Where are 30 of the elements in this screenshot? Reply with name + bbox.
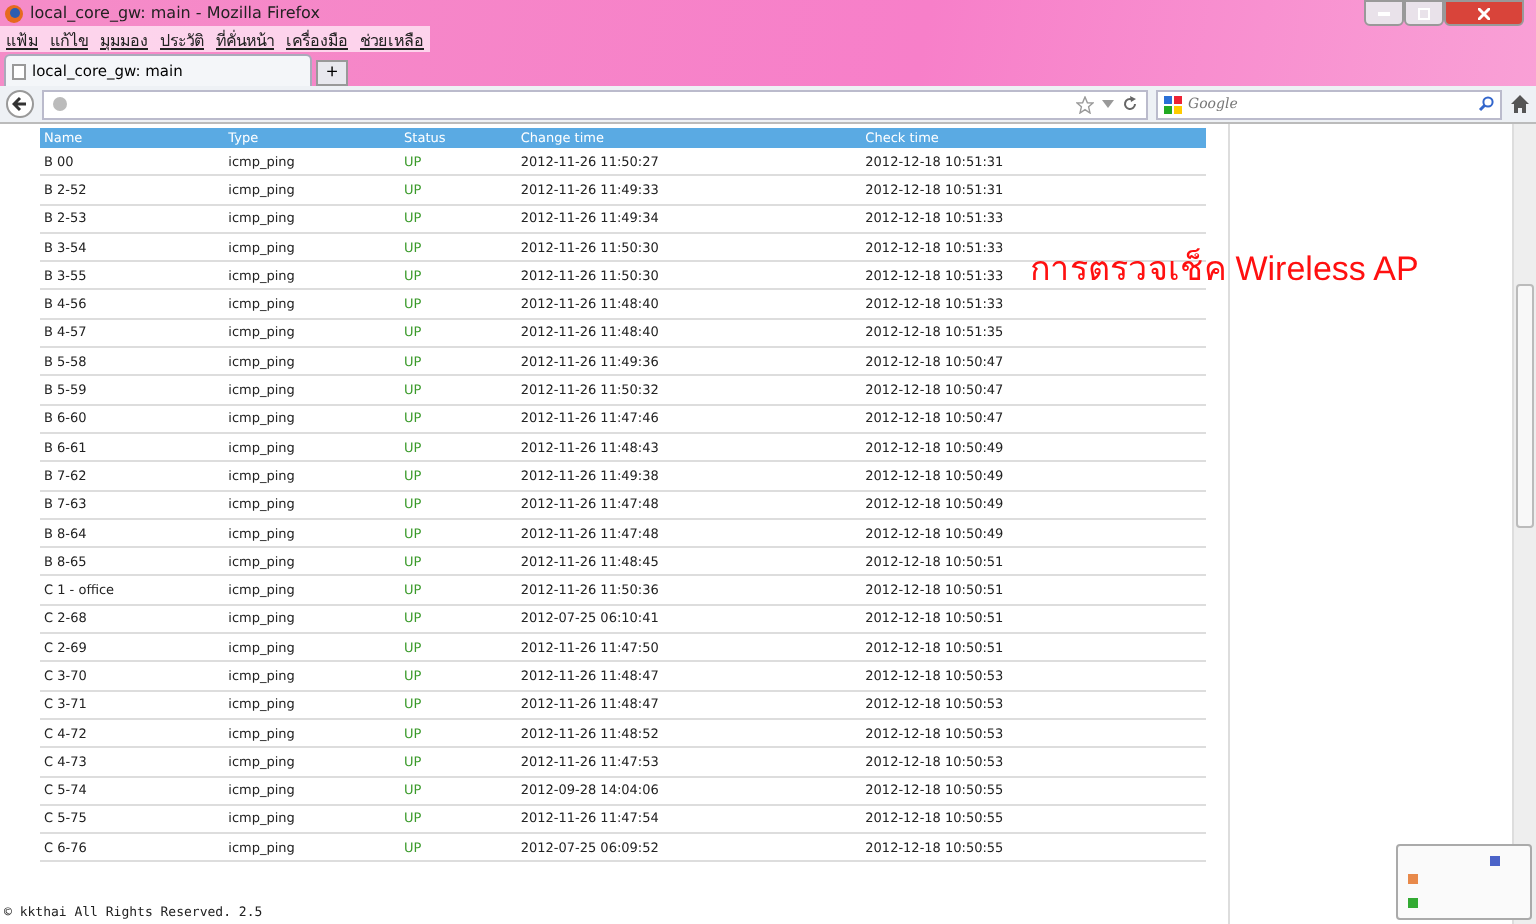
reload-icon[interactable]: [1122, 96, 1138, 112]
page-icon: [12, 63, 26, 79]
new-tab-button[interactable]: +: [316, 60, 348, 86]
search-engine-icon: [1164, 95, 1182, 113]
close-icon: [1478, 7, 1490, 19]
tray-app-icon: [1490, 856, 1500, 866]
menu-item[interactable]: ที่คั่นหน้า: [216, 28, 274, 50]
search-icon[interactable]: [1478, 96, 1494, 112]
dropdown-icon[interactable]: [1102, 100, 1114, 108]
address-field[interactable]: [42, 89, 1148, 119]
back-button[interactable]: [6, 90, 34, 118]
globe-icon: [52, 96, 68, 112]
window-title: local_core_gw: main - Mozilla Firefox: [30, 4, 320, 22]
menu-item[interactable]: ประวัติ: [160, 28, 204, 50]
close-button[interactable]: [1444, 0, 1524, 26]
menu-item[interactable]: เครื่องมือ: [286, 28, 348, 50]
minimize-button[interactable]: [1364, 0, 1404, 26]
tray-app-icon: [1408, 874, 1418, 884]
restore-icon: [1418, 7, 1430, 19]
browser-logo-icon: [4, 3, 24, 23]
scrollbar[interactable]: [1512, 124, 1536, 924]
menu-item[interactable]: แก้ไข: [50, 28, 88, 50]
home-icon[interactable]: [1510, 94, 1530, 114]
menu-item[interactable]: แฟ้ม: [6, 28, 38, 50]
star-icon[interactable]: [1076, 95, 1094, 113]
maximize-button[interactable]: [1404, 0, 1444, 26]
back-arrow-icon: [12, 96, 28, 112]
tray-app-icon: [1408, 898, 1418, 908]
menu-item[interactable]: ช่วยเหลือ: [360, 28, 424, 50]
menu-item[interactable]: มุมมอง: [100, 28, 148, 50]
